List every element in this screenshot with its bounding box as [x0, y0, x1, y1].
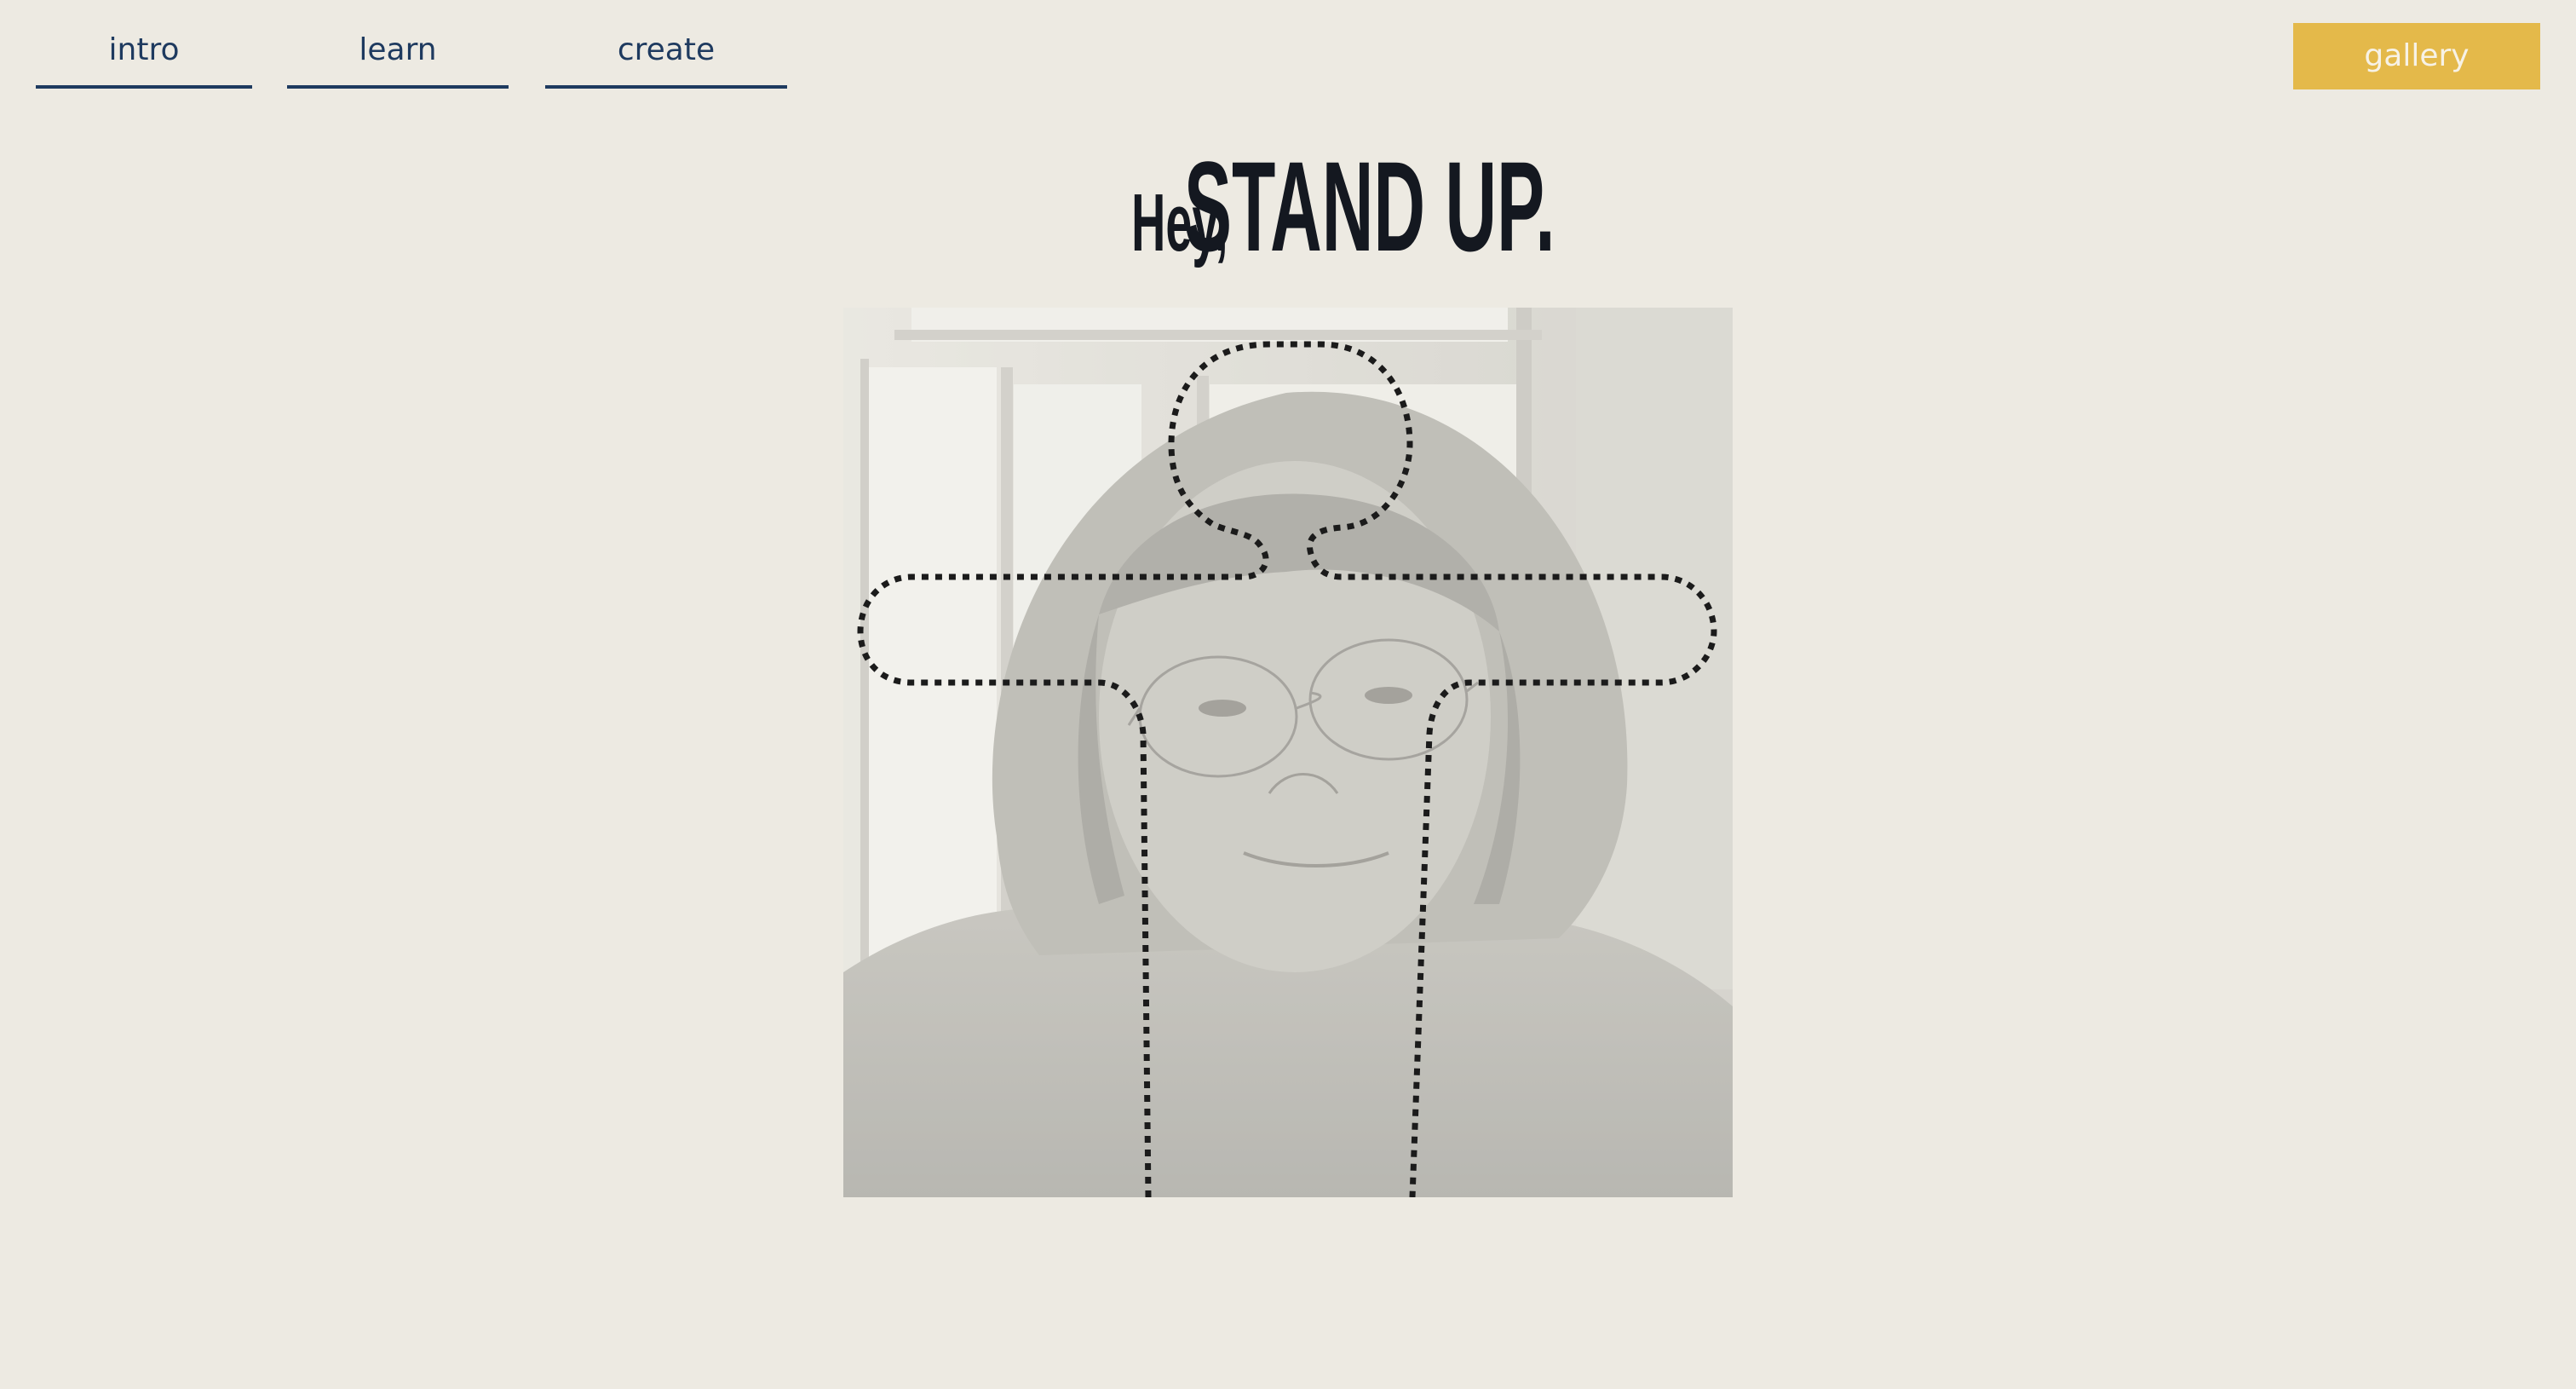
page-title: Hey,STAND UP. — [0, 133, 2576, 280]
tab-intro-label: intro — [108, 32, 180, 67]
webcam-photo — [843, 308, 1733, 1197]
tab-create[interactable]: create — [545, 0, 787, 89]
pose-overlay-canvas — [843, 308, 1733, 1197]
gallery-button[interactable]: gallery — [2293, 23, 2540, 89]
headline-title: STAND UP. — [1183, 135, 1555, 279]
tab-intro[interactable]: intro — [36, 0, 252, 89]
tab-create-label: create — [617, 32, 716, 67]
tab-learn-label: learn — [359, 32, 437, 67]
tab-learn[interactable]: learn — [287, 0, 509, 89]
